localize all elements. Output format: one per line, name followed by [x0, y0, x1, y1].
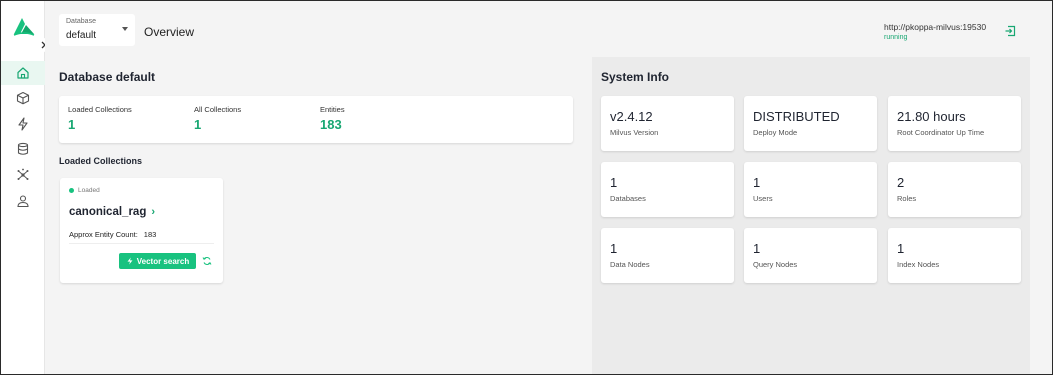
page-edge: [1030, 57, 1052, 374]
info-label: Root Coordinator Up Time: [897, 128, 985, 137]
divider: [69, 243, 214, 244]
database-select-label: Database: [66, 18, 96, 25]
entity-count-value: 183: [143, 230, 157, 239]
app-window: Database default Overview http://pkoppa-…: [0, 0, 1053, 375]
page-title: Overview: [144, 25, 195, 39]
info-label: Milvus Version: [610, 128, 659, 137]
sidebar-item-system[interactable]: [1, 163, 45, 187]
stat-entities: Entities 183: [320, 105, 345, 132]
bolt-icon: [127, 257, 133, 265]
info-value: 1: [610, 241, 618, 256]
user-icon: [17, 195, 29, 208]
collection-status: Loaded: [69, 187, 100, 194]
info-card-deploy-mode: DISTRIBUTED Deploy Mode: [744, 96, 877, 151]
info-label: Data Nodes: [610, 260, 650, 269]
top-bar: Database default Overview http://pkoppa-…: [45, 1, 1052, 57]
stat-label: All Collections: [194, 105, 242, 114]
stat-loaded-collections: Loaded Collections 1: [68, 105, 132, 132]
collection-entity-count: Approx Entity Count: 183: [69, 230, 156, 239]
info-value: 21.80 hours: [897, 109, 966, 124]
stat-all-collections: All Collections 1: [194, 105, 241, 132]
info-card-index-nodes: 1 Index Nodes: [888, 228, 1021, 283]
vector-search-label: Vector search: [136, 256, 190, 266]
sidebar-item-users[interactable]: [1, 189, 45, 213]
info-card-databases: 1 Databases: [601, 162, 734, 217]
database-stats-card: Loaded Collections 1 All Collections 1 E…: [59, 96, 573, 143]
info-card-users: 1 Users: [744, 162, 877, 217]
collection-card: Loaded canonical_rag › Approx Entity Cou…: [60, 178, 223, 283]
info-value: v2.4.12: [610, 109, 653, 124]
sidebar-item-collections[interactable]: [1, 86, 45, 110]
info-card-uptime: 21.80 hours Root Coordinator Up Time: [888, 96, 1021, 151]
connection-status: running: [884, 34, 908, 41]
collection-link[interactable]: canonical_rag ›: [69, 206, 155, 218]
info-value: 1: [753, 241, 761, 256]
cube-icon: [16, 91, 30, 105]
info-label: Index Nodes: [897, 260, 940, 269]
loaded-collections-heading: Loaded Collections: [59, 156, 143, 166]
info-value: 1: [897, 241, 905, 256]
logout-icon[interactable]: [1004, 25, 1016, 37]
info-card-roles: 2 Roles: [888, 162, 1021, 217]
stat-value: 1: [194, 117, 202, 132]
system-info-heading: System Info: [601, 70, 670, 84]
info-value: 1: [610, 175, 618, 190]
chevron-right-icon: ›: [151, 206, 156, 218]
entity-count-label: Approx Entity Count:: [69, 230, 138, 239]
status-dot-icon: [69, 188, 74, 193]
stat-label: Loaded Collections: [68, 105, 132, 114]
info-label: Users: [753, 194, 773, 203]
info-label: Roles: [897, 194, 917, 203]
vector-search-button[interactable]: Vector search: [119, 253, 196, 269]
info-value: 2: [897, 175, 905, 190]
info-card-data-nodes: 1 Data Nodes: [601, 228, 734, 283]
home-icon: [17, 67, 29, 79]
database-select[interactable]: Database default: [59, 14, 135, 46]
info-label: Databases: [610, 194, 646, 203]
info-value: 1: [753, 175, 761, 190]
sidebar-item-search[interactable]: [1, 112, 45, 136]
nodes-icon: [17, 168, 29, 180]
database-heading: Database default: [59, 70, 156, 84]
sidebar: [1, 1, 45, 374]
sidebar-item-home[interactable]: [1, 61, 45, 85]
stat-value: 1: [68, 117, 76, 132]
database-icon: [17, 142, 29, 155]
collection-name: canonical_rag: [69, 206, 147, 218]
release-refresh-icon[interactable]: [202, 256, 212, 266]
info-label: Deploy Mode: [753, 128, 798, 137]
info-card-milvus-version: v2.4.12 Milvus Version: [601, 96, 734, 151]
bolt-icon: [18, 117, 28, 131]
info-card-query-nodes: 1 Query Nodes: [744, 228, 877, 283]
stat-label: Entities: [320, 105, 345, 114]
collection-status-label: Loaded: [78, 187, 100, 194]
database-select-value: default: [66, 30, 97, 41]
sidebar-item-databases[interactable]: [1, 137, 45, 161]
stat-value: 183: [320, 117, 342, 132]
info-label: Query Nodes: [753, 260, 798, 269]
milvus-logo-icon[interactable]: [12, 15, 36, 37]
caret-down-icon: [122, 27, 128, 31]
connection-url: http://pkoppa-milvus:19530: [884, 22, 987, 32]
info-value: DISTRIBUTED: [753, 109, 840, 124]
